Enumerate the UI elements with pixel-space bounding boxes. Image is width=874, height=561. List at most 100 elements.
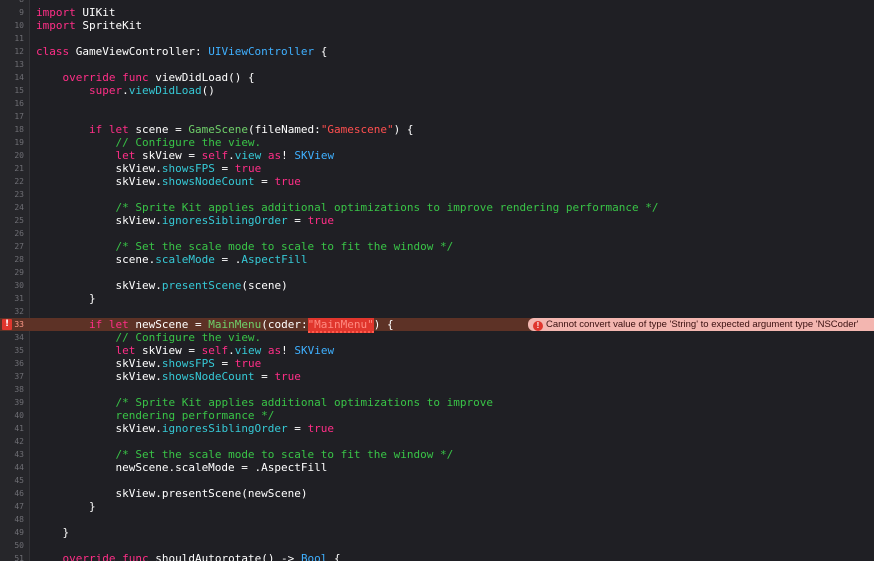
line-number: 30: [14, 281, 24, 290]
line-number: 34: [14, 333, 24, 342]
code-line[interactable]: 41 skView.ignoresSiblingOrder = true: [0, 422, 874, 435]
code-text: /* Set the scale mode to scale to fit th…: [36, 240, 453, 253]
code-line[interactable]: 50: [0, 539, 874, 552]
code-line[interactable]: 47 }: [0, 500, 874, 513]
code-text: skView.showsFPS = true: [36, 357, 261, 370]
code-token: skView.: [36, 214, 162, 227]
line-number: 47: [14, 502, 24, 511]
code-line[interactable]: 15 super.viewDidLoad(): [0, 84, 874, 97]
line-number: 29: [14, 268, 24, 277]
line-number: 50: [14, 541, 24, 550]
line-number: 38: [14, 385, 24, 394]
line-number: 13: [14, 60, 24, 69]
line-number: 10: [14, 21, 24, 30]
code-line-error[interactable]: ! 33 if let newScene = MainMenu(coder:"Ma…: [0, 318, 874, 333]
code-line[interactable]: 46 skView.presentScene(newScene): [0, 487, 874, 500]
code-token: newScene =: [128, 318, 209, 331]
code-token: ) {: [393, 123, 414, 136]
code-text: if let newScene = MainMenu(coder:"MainMe…: [36, 318, 394, 333]
code-token: scene.: [36, 253, 156, 266]
code-token: view: [234, 149, 262, 162]
code-token: /* Sprite Kit applies additional optimiz…: [115, 396, 493, 409]
line-number: 33: [14, 320, 24, 329]
code-line[interactable]: 9 import UIKit: [0, 6, 874, 19]
code-line[interactable]: 13: [0, 58, 874, 71]
code-text: // Configure the view.: [36, 136, 261, 149]
code-line[interactable]: 49 }: [0, 526, 874, 539]
code-line[interactable]: 42: [0, 435, 874, 448]
code-token: // Configure the view.: [115, 331, 262, 344]
code-line[interactable]: 30 skView.presentScene(scene): [0, 279, 874, 292]
code-token: !: [281, 149, 295, 162]
code-line[interactable]: 19 // Configure the view.: [0, 136, 874, 149]
line-number: 16: [14, 99, 24, 108]
code-token: =: [214, 162, 235, 175]
code-line[interactable]: 43 /* Set the scale mode to scale to fit…: [0, 448, 874, 461]
code-token: .: [228, 344, 235, 357]
line-number: 25: [14, 216, 24, 225]
code-line[interactable]: 40 rendering performance */: [0, 409, 874, 422]
code-token: UIKit: [75, 6, 116, 19]
code-token: true: [274, 175, 301, 188]
code-token: "Gamescene": [320, 123, 394, 136]
line-number: 9: [19, 8, 24, 17]
code-token: =: [287, 214, 308, 227]
line-number: 42: [14, 437, 24, 446]
code-line[interactable]: 35 let skView = self.view as! SKView: [0, 344, 874, 357]
code-line[interactable]: 18 if let scene = GameScene(fileNamed:"G…: [0, 123, 874, 136]
code-line[interactable]: 14 override func viewDidLoad() {: [0, 71, 874, 84]
code-token: override: [62, 71, 116, 84]
code-line[interactable]: 27 /* Set the scale mode to scale to fit…: [0, 240, 874, 253]
code-line[interactable]: 36 skView.showsFPS = true: [0, 357, 874, 370]
code-line[interactable]: 11: [0, 32, 874, 45]
code-line[interactable]: 22 skView.showsNodeCount = true: [0, 175, 874, 188]
code-editor[interactable]: 89import UIKit10import SpriteKit1112clas…: [0, 0, 874, 561]
code-line[interactable]: 48: [0, 513, 874, 526]
code-line[interactable]: 24 /* Sprite Kit applies additional opti…: [0, 201, 874, 214]
code-line[interactable]: 38: [0, 383, 874, 396]
code-line[interactable]: 16: [0, 97, 874, 110]
code-line[interactable]: 39 /* Sprite Kit applies additional opti…: [0, 396, 874, 409]
code-line[interactable]: 32: [0, 305, 874, 318]
code-token: shouldAutorotate() ->: [148, 552, 301, 561]
error-message-banner[interactable]: ! Cannot convert value of type 'String' t…: [528, 318, 874, 331]
code-token: Bool: [300, 552, 328, 561]
code-token: SKView: [294, 344, 335, 357]
line-number: 26: [14, 229, 24, 238]
code-line[interactable]: 45: [0, 474, 874, 487]
code-line[interactable]: 44 newScene.scaleMode = .AspectFill: [0, 461, 874, 474]
code-line[interactable]: 25 skView.ignoresSiblingOrder = true: [0, 214, 874, 227]
code-token: showsFPS: [161, 162, 215, 175]
code-line[interactable]: 17: [0, 110, 874, 123]
code-line[interactable]: 12 class GameViewController: UIViewContro…: [0, 45, 874, 58]
code-line[interactable]: 37 skView.showsNodeCount = true: [0, 370, 874, 383]
code-line[interactable]: 29: [0, 266, 874, 279]
code-line[interactable]: 28 scene.scaleMode = .AspectFill: [0, 253, 874, 266]
code-line[interactable]: 20 let skView = self.view as! SKView: [0, 149, 874, 162]
code-text: let skView = self.view as! SKView: [36, 149, 334, 162]
code-token: true: [307, 422, 335, 435]
code-text: let skView = self.view as! SKView: [36, 344, 334, 357]
code-token: presentScene: [161, 279, 242, 292]
line-number: 45: [14, 476, 24, 485]
code-line[interactable]: 21 skView.showsFPS = true: [0, 162, 874, 175]
code-token: .: [228, 149, 235, 162]
code-token: as: [267, 344, 282, 357]
error-message-text: Cannot convert value of type 'String' to…: [546, 319, 859, 330]
code-line[interactable]: 31 }: [0, 292, 874, 305]
code-line[interactable]: 34 // Configure the view.: [0, 331, 874, 344]
code-token: override: [62, 552, 116, 561]
code-token: =: [254, 175, 275, 188]
code-line[interactable]: 26: [0, 227, 874, 240]
code-token: (coder:: [261, 318, 308, 331]
code-token: showsFPS: [161, 357, 215, 370]
code-line[interactable]: 23: [0, 188, 874, 201]
code-line[interactable]: 10 import SpriteKit: [0, 19, 874, 32]
code-line[interactable]: 51 override func shouldAutorotate() -> B…: [0, 552, 874, 561]
